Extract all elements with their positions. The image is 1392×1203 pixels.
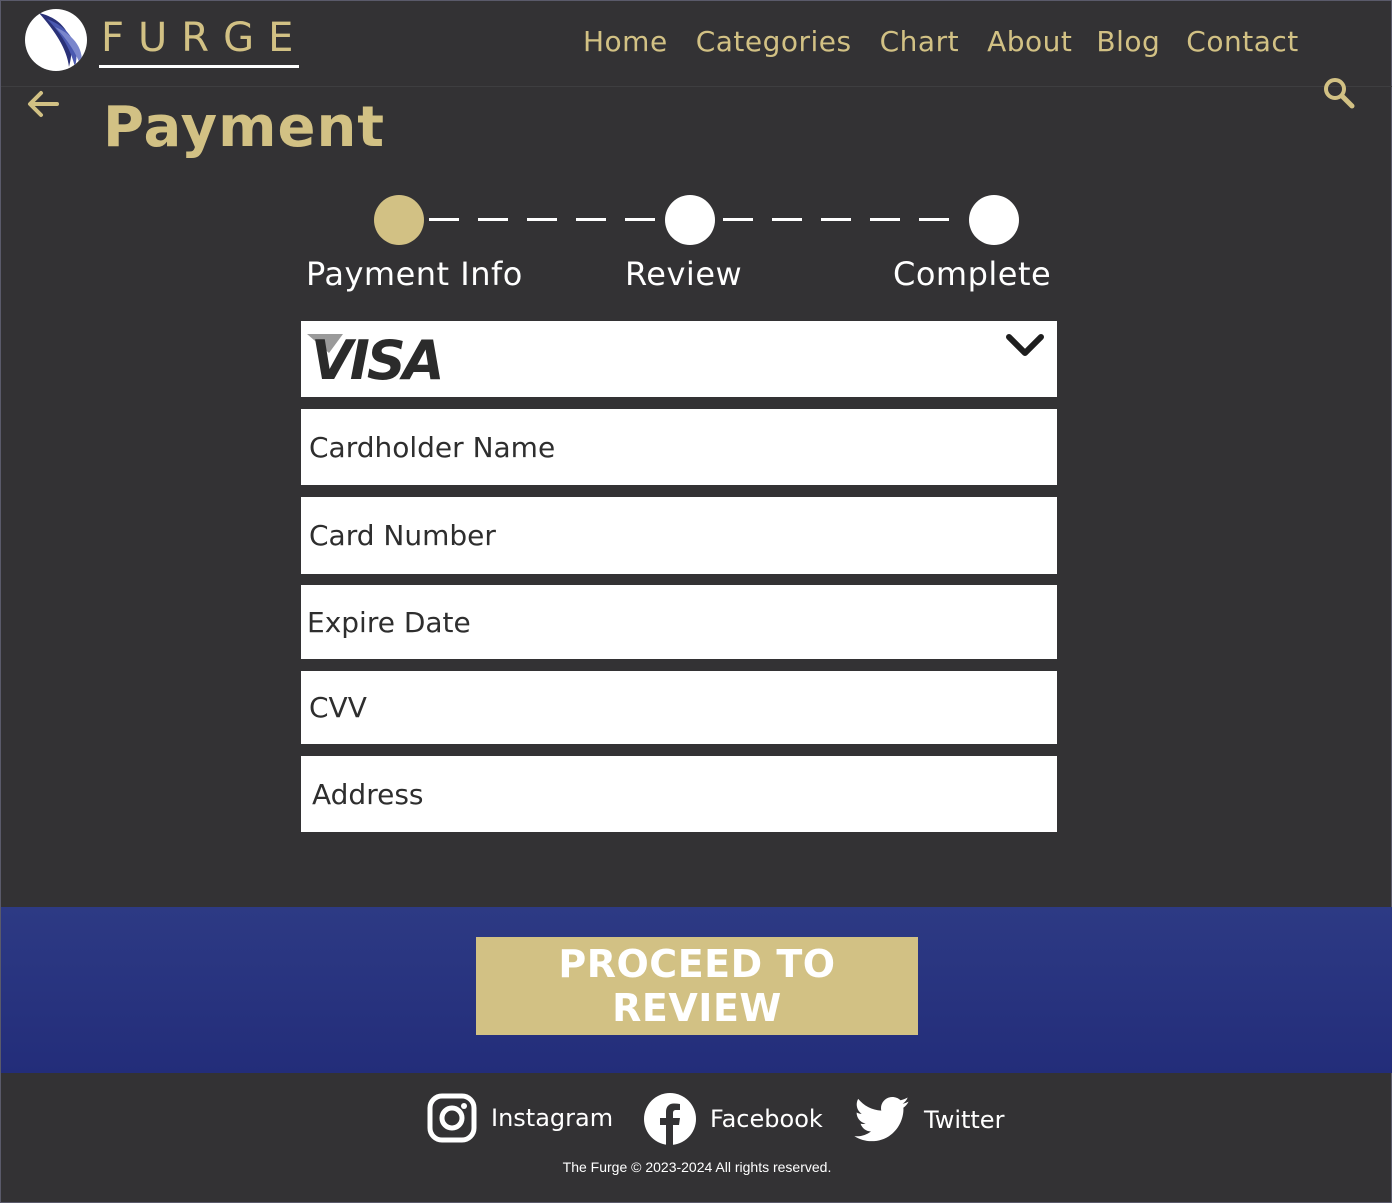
step-review-dot — [665, 195, 715, 245]
step-connector — [429, 218, 459, 221]
step-connector — [625, 218, 655, 221]
back-arrow-icon[interactable] — [25, 87, 61, 121]
step-connector — [723, 218, 753, 221]
chevron-down-icon[interactable] — [1005, 331, 1045, 361]
step-label-review: Review — [625, 255, 743, 293]
instagram-icon — [427, 1093, 477, 1143]
step-connector — [870, 218, 900, 221]
nav-about[interactable]: About — [987, 25, 1072, 58]
nav-categories[interactable]: Categories — [696, 25, 852, 58]
step-label-complete: Complete — [893, 255, 1052, 293]
address-field[interactable] — [301, 756, 1057, 832]
site-footer: Instagram Facebook Twitter The Furge © 2… — [1, 1073, 1392, 1203]
nav-home[interactable]: Home — [583, 25, 668, 58]
step-label-payment-info: Payment Info — [306, 255, 523, 293]
expire-date-field[interactable] — [301, 585, 1057, 659]
cvv-field[interactable] — [301, 671, 1057, 744]
card-type-select[interactable]: VISA — [301, 321, 1057, 397]
social-label-facebook: Facebook — [710, 1105, 823, 1133]
main-nav: Home Categories Chart About Blog Contact — [583, 25, 1299, 58]
proceed-to-review-button[interactable]: PROCEED TO REVIEW — [476, 937, 918, 1035]
step-payment-info-dot — [374, 195, 424, 245]
social-label-twitter: Twitter — [924, 1106, 1005, 1134]
logo-mark-icon — [25, 9, 87, 71]
step-connector — [919, 218, 949, 221]
brand-name: FURGE — [101, 15, 308, 61]
step-connector — [478, 218, 508, 221]
step-connector — [527, 218, 557, 221]
step-connector — [576, 218, 606, 221]
social-link-instagram[interactable]: Instagram — [427, 1093, 613, 1143]
nav-contact[interactable]: Contact — [1186, 25, 1298, 58]
brand-underline — [99, 65, 299, 68]
social-link-facebook[interactable]: Facebook — [644, 1093, 823, 1145]
facebook-icon — [644, 1093, 696, 1145]
nav-chart[interactable]: Chart — [880, 25, 959, 58]
cardholder-name-field[interactable] — [301, 409, 1057, 485]
search-icon[interactable] — [1321, 75, 1355, 109]
nav-blog[interactable]: Blog — [1096, 25, 1160, 58]
page-title: Payment — [103, 95, 386, 160]
card-number-field[interactable] — [301, 497, 1057, 574]
copyright-text: The Furge © 2023-2024 All rights reserve… — [562, 1159, 832, 1175]
site-header: FURGE Home Categories Chart About Blog C… — [1, 1, 1392, 87]
twitter-icon — [854, 1097, 909, 1142]
card-type-value: VISA — [311, 331, 442, 383]
action-band: PROCEED TO REVIEW — [1, 907, 1392, 1073]
step-connector — [821, 218, 851, 221]
step-complete-dot — [969, 195, 1019, 245]
social-link-twitter[interactable]: Twitter — [854, 1097, 1004, 1143]
visa-logo: VISA — [307, 329, 459, 392]
step-connector — [772, 218, 802, 221]
social-label-instagram: Instagram — [491, 1104, 614, 1132]
